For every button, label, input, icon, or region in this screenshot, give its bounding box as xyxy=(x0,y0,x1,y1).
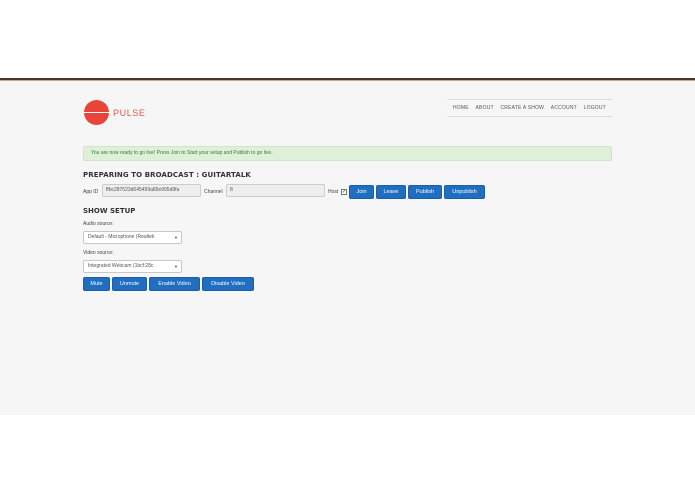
nav-create-show[interactable]: CREATE A SHOW xyxy=(500,105,544,111)
nav-home[interactable]: HOME xyxy=(453,105,469,111)
pulse-logo-icon xyxy=(82,100,111,125)
publish-button[interactable]: Publish xyxy=(408,185,442,199)
channel-label: Channel xyxy=(204,189,223,195)
video-source-label: Video source: xyxy=(83,250,114,256)
brand-name: PULSE xyxy=(113,107,146,118)
ready-alert: You are now ready to go live! Press Join… xyxy=(83,146,612,161)
chevron-down-icon: ▼ xyxy=(174,264,178,269)
mute-button[interactable]: Mute xyxy=(83,277,110,291)
app-id-input[interactable]: ffbc287523d645499a89e995d9fa xyxy=(102,184,201,197)
leave-button[interactable]: Leave xyxy=(376,185,406,199)
audio-source-value: Default - Microphone (Realtek xyxy=(88,234,155,240)
nav-about[interactable]: ABOUT xyxy=(476,105,494,111)
join-button[interactable]: Join xyxy=(349,185,374,199)
nav-logout[interactable]: LOGOUT xyxy=(584,105,606,111)
channel-input[interactable]: 8 xyxy=(226,184,325,197)
host-checkbox[interactable]: ✓ xyxy=(341,189,347,195)
nav-account[interactable]: ACCOUNT xyxy=(551,105,577,111)
show-setup-title: SHOW SETUP xyxy=(83,207,136,215)
brand-logo[interactable]: PULSE xyxy=(82,100,146,125)
top-band xyxy=(0,0,695,78)
audio-source-label: Audio source: xyxy=(83,221,114,227)
main-nav: HOME ABOUT CREATE A SHOW ACCOUNT LOGOUT xyxy=(447,99,612,117)
enable-video-button[interactable]: Enable Video xyxy=(149,277,200,291)
broadcast-title: PREPARING TO BROADCAST : GUITARTALK xyxy=(83,171,251,179)
video-source-value: Integrated Webcam (1bcf:28c xyxy=(88,263,154,269)
unpublish-button[interactable]: Unpublish xyxy=(444,185,485,199)
unmute-button[interactable]: Unmute xyxy=(112,277,147,291)
disable-video-button[interactable]: Disable Video xyxy=(202,277,254,291)
bottom-band xyxy=(0,415,695,494)
host-label: Host xyxy=(328,189,339,195)
app-id-label: App ID xyxy=(83,189,99,195)
audio-source-select[interactable]: Default - Microphone (Realtek ▼ xyxy=(83,231,182,244)
page-content: PULSE HOME ABOUT CREATE A SHOW ACCOUNT L… xyxy=(0,81,695,415)
chevron-down-icon: ▼ xyxy=(174,235,178,240)
video-source-select[interactable]: Integrated Webcam (1bcf:28c ▼ xyxy=(83,260,182,273)
